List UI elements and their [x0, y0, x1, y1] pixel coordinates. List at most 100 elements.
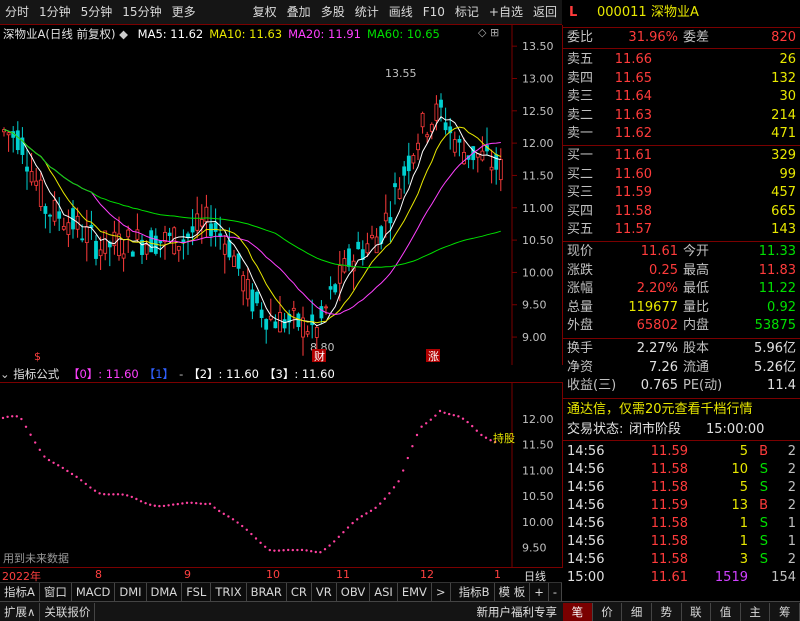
indicator-title[interactable]: 指标公式: [13, 367, 59, 381]
kline-chart[interactable]: 13.50 13.00 12.50 12.00 11.50 11.00 10.50 10.00…: [0, 25, 563, 365]
level2-promo-link[interactable]: 通达信，仅需20元查看千档行情: [563, 401, 800, 419]
toolbar-btn-1[interactable]: 1分钟: [34, 0, 76, 24]
indicator-dot: [342, 531, 345, 534]
toolbar-right-btn-6[interactable]: 标记: [450, 0, 484, 24]
settings-icon[interactable]: ◆: [119, 27, 128, 41]
tick-time: 14:56: [567, 444, 605, 459]
toolbar-right-btn-2[interactable]: 多股: [316, 0, 350, 24]
indicator-tab-9[interactable]: VR: [312, 583, 337, 601]
date-label-1: 8: [95, 568, 102, 581]
indicator-right-tab-1[interactable]: 模 板: [495, 583, 531, 601]
indicator-dot: [420, 425, 423, 428]
toolbar-btn-0[interactable]: 分时: [0, 0, 34, 24]
toolbar-btn-4[interactable]: 更多: [167, 0, 201, 24]
related-quote-button[interactable]: 关联报价: [40, 602, 96, 621]
collapse-icon[interactable]: ⌄: [0, 367, 10, 381]
toolbar-btn-3[interactable]: 15分钟: [117, 0, 166, 24]
detail-tab-0[interactable]: 笔: [563, 602, 593, 621]
quote-header[interactable]: L 000011 深物业A: [563, 4, 800, 22]
detail-tab-2[interactable]: 细: [622, 602, 652, 621]
indicator-tab-13[interactable]: >: [432, 583, 451, 601]
indicator-tab-0[interactable]: 指标A: [0, 583, 40, 601]
event-marker-marker_dollar[interactable]: $: [34, 350, 41, 363]
indicator-tab-7[interactable]: BRAR: [247, 583, 287, 601]
indicator-tab-1[interactable]: 窗口: [40, 583, 72, 601]
toolbar-right-btn-3[interactable]: 统计: [350, 0, 384, 24]
diamond-icon[interactable]: ◇: [478, 26, 486, 39]
indicator-right-tab-0[interactable]: 指标B: [455, 583, 495, 601]
toolbar-right-btn-4[interactable]: 画线: [384, 0, 418, 24]
indicator-tick-label: 10.50: [522, 490, 554, 503]
indicator-right-tab-2[interactable]: +: [530, 583, 549, 601]
indicator-dot: [98, 492, 101, 495]
indicator-tab-11[interactable]: ASI: [370, 583, 398, 601]
indicator-dot: [259, 541, 262, 545]
indicator-svg[interactable]: 12.00 11.50 11.00 10.50 10.00 9.50 持股: [0, 383, 562, 568]
indicator-dot: [93, 489, 97, 492]
indicator-dot: [282, 549, 285, 552]
chart-window-controls[interactable]: ◇ ⊞: [478, 26, 499, 39]
stat-value-2: 53875: [754, 318, 796, 334]
date-label-6: 1: [494, 568, 501, 581]
detail-tab-6[interactable]: 主: [741, 602, 771, 621]
indicator-tab-8[interactable]: CR: [287, 583, 312, 601]
indicator-chart[interactable]: 12.00 11.50 11.00 10.50 10.00 9.50 持股: [0, 382, 563, 568]
detail-tab-4[interactable]: 联: [682, 602, 712, 621]
stock-name: 深物业A: [651, 5, 699, 20]
stat-label-2: 内盘: [683, 318, 710, 334]
event-marker-marker_zhang[interactable]: 涨: [428, 350, 439, 363]
indicator-dot: [287, 548, 290, 552]
candle-body: [333, 284, 338, 293]
indicator-tab-4[interactable]: DMA: [147, 583, 183, 601]
detail-tab-1[interactable]: 价: [593, 602, 623, 621]
toolbar-btn-2[interactable]: 5分钟: [76, 0, 118, 24]
indicator-dot: [162, 504, 166, 508]
toolbar-right-btn-7[interactable]: +自选: [484, 0, 528, 24]
expand-icon[interactable]: ⊞: [490, 26, 499, 39]
candle-body: [204, 206, 209, 222]
toolbar-right-btn-5[interactable]: F10: [418, 0, 450, 24]
indicator-tab-6[interactable]: TRIX: [211, 583, 247, 601]
candle-body: [199, 219, 204, 227]
indicator-tab-2[interactable]: MACD: [72, 583, 116, 601]
toolbar-right-btn-1[interactable]: 叠加: [282, 0, 316, 24]
indicator-dot: [429, 418, 432, 421]
candle-body: [84, 226, 89, 244]
detail-tab-3[interactable]: 势: [652, 602, 682, 621]
indicator-tab-5[interactable]: FSL: [182, 583, 212, 601]
new-user-promo-link[interactable]: 新用户福利专享: [477, 604, 564, 620]
candle-body: [43, 206, 48, 214]
bid-price: 11.59: [614, 185, 652, 200]
indicator-tab-12[interactable]: EMV: [398, 583, 432, 601]
indicator-dot: [236, 521, 239, 524]
indicator-dot: [80, 479, 83, 482]
indicator-dot: [61, 466, 64, 470]
fin-value-2: 11.4: [767, 378, 796, 394]
indicator-tab-3[interactable]: DMI: [115, 583, 147, 601]
indicator-dot: [406, 456, 409, 460]
candle-body: [103, 230, 108, 254]
date-label-3: 10: [266, 568, 280, 581]
indicator-right-tab-3[interactable]: -: [549, 583, 562, 601]
tick-time: 14:56: [567, 498, 605, 513]
event-marker-marker_cai[interactable]: 财: [314, 349, 325, 363]
ask-price: 11.65: [614, 70, 652, 86]
stat-value: 119677: [628, 299, 678, 315]
toolbar-right-btn-0[interactable]: 复权: [248, 0, 282, 24]
detail-tab-5[interactable]: 值: [711, 602, 741, 621]
indicator-dot: [411, 445, 414, 448]
tick-side: S: [759, 552, 768, 567]
candle-body: [347, 248, 351, 267]
candle-body: [250, 289, 255, 312]
date-label-4: 11: [336, 568, 350, 581]
kline-svg[interactable]: 13.50 13.00 12.50 12.00 11.50 11.00 10.50 10.00…: [0, 25, 562, 365]
toolbar-right-btn-8[interactable]: 返回: [528, 0, 562, 24]
candle-body: [314, 327, 319, 338]
detail-tab-7[interactable]: 筹: [770, 602, 800, 621]
indicator-tab-10[interactable]: OBV: [337, 583, 371, 601]
expand-button[interactable]: 扩展∧: [0, 602, 41, 621]
fin-value: 0.765: [640, 378, 678, 394]
ask-price: 11.63: [614, 107, 652, 123]
bottom-bar: 扩展∧ 关联报价 新用户福利专享 笔价细势联值主筹: [0, 601, 800, 621]
fin-value: 7.26: [649, 359, 678, 375]
